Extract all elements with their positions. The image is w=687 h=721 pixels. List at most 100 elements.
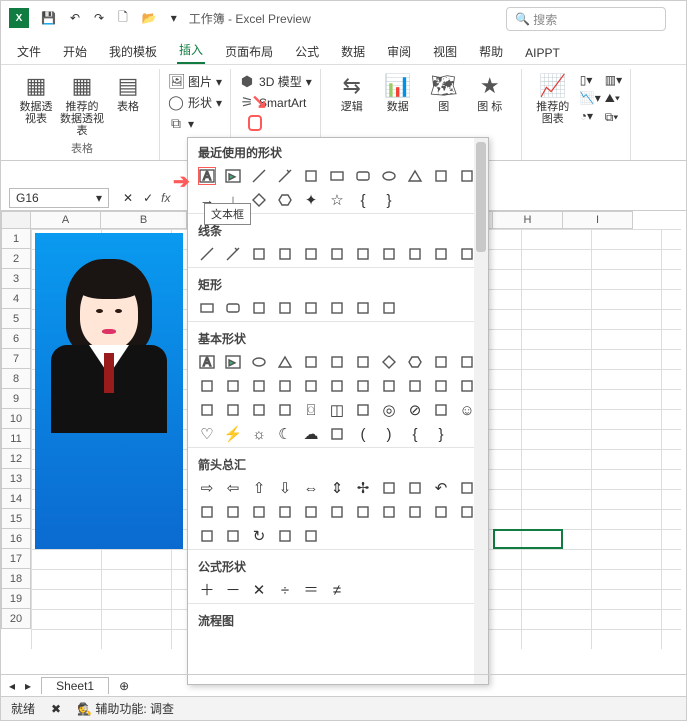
shape-diagonal[interactable] bbox=[224, 401, 242, 419]
fx-icon[interactable]: fx bbox=[161, 191, 170, 205]
shape-trapezoid[interactable] bbox=[354, 353, 372, 371]
cancel-icon[interactable]: ✕ bbox=[123, 191, 133, 205]
shape-bent[interactable] bbox=[406, 479, 424, 497]
shape-curved-down[interactable] bbox=[302, 503, 320, 521]
row-header[interactable]: 15 bbox=[1, 509, 31, 529]
row-header[interactable]: 17 bbox=[1, 549, 31, 569]
shape-curved-left[interactable] bbox=[250, 503, 268, 521]
recommended-pivot-button[interactable]: ▦推荐的 数据透视表 bbox=[59, 71, 105, 137]
shape-sun[interactable]: ☼ bbox=[250, 425, 268, 443]
shape-line-double[interactable] bbox=[302, 167, 320, 185]
shape-line[interactable] bbox=[198, 245, 216, 263]
shape-plaque[interactable] bbox=[276, 401, 294, 419]
shape-oval[interactable] bbox=[250, 353, 268, 371]
shape-uturn2[interactable] bbox=[302, 527, 320, 545]
row-header[interactable]: 20 bbox=[1, 609, 31, 629]
shape-bracket-l[interactable]: ( bbox=[354, 425, 372, 443]
select-all-corner[interactable] bbox=[1, 211, 31, 229]
shape-bracket-r[interactable]: ) bbox=[380, 425, 398, 443]
shape-corner[interactable] bbox=[198, 401, 216, 419]
shape-divide[interactable]: ÷ bbox=[276, 581, 294, 599]
row-header[interactable]: 12 bbox=[1, 449, 31, 469]
save-icon[interactable]: 💾 bbox=[41, 11, 56, 25]
shape-star4[interactable]: ✦ bbox=[302, 191, 320, 209]
status-accessibility[interactable]: 辅助功能: 调查 bbox=[95, 702, 174, 716]
chart-bar-icon[interactable]: ▯▾ bbox=[580, 73, 601, 87]
search-input[interactable]: 🔍 搜索 bbox=[506, 7, 666, 31]
shape-callout-right[interactable] bbox=[432, 503, 450, 521]
chart-combo-icon[interactable]: ⧉▾ bbox=[605, 110, 622, 125]
tab-home[interactable]: 开始 bbox=[61, 39, 89, 64]
shape-star5[interactable]: ☆ bbox=[328, 191, 346, 209]
shape-elbow[interactable] bbox=[276, 245, 294, 263]
shape-not-equal[interactable]: ≠ bbox=[328, 581, 346, 599]
shape-line[interactable] bbox=[250, 167, 268, 185]
shape-round-rect[interactable] bbox=[354, 167, 372, 185]
shape-oval[interactable] bbox=[380, 167, 398, 185]
shape-parallelogram[interactable] bbox=[328, 353, 346, 371]
row-header[interactable]: 19 bbox=[1, 589, 31, 609]
shape-quad[interactable]: ✢ bbox=[354, 479, 372, 497]
shapes-button[interactable]: ◯形状 ▾ bbox=[168, 94, 222, 111]
row-header[interactable]: 8 bbox=[1, 369, 31, 389]
shape-textbox-vert[interactable]: ▸ bbox=[224, 167, 242, 185]
shape-plus[interactable]: ＋ bbox=[198, 581, 216, 599]
shape-times[interactable]: ✕ bbox=[250, 581, 268, 599]
shape-moon[interactable]: ☾ bbox=[276, 425, 294, 443]
shape-brace-r[interactable]: } bbox=[380, 191, 398, 209]
shape-bent-up[interactable] bbox=[198, 503, 216, 521]
new-file-icon[interactable]: 🗋 bbox=[118, 8, 128, 29]
shape-equal[interactable]: ＝ bbox=[302, 581, 320, 599]
shape-line-double[interactable] bbox=[250, 245, 268, 263]
shape-hexagon[interactable] bbox=[276, 191, 294, 209]
redo-icon[interactable]: ↷ bbox=[94, 11, 104, 25]
shape-textbox[interactable]: A bbox=[198, 167, 216, 185]
shape-round-single[interactable] bbox=[328, 299, 346, 317]
shape-pentagon[interactable] bbox=[432, 353, 450, 371]
shape-diamond[interactable] bbox=[250, 191, 268, 209]
sheet-nav-prev-icon[interactable]: ◂ bbox=[9, 679, 15, 693]
chart-col-icon[interactable]: ▥▾ bbox=[605, 73, 622, 87]
shape-down[interactable]: ⇩ bbox=[276, 479, 294, 497]
shape-elbow-double[interactable] bbox=[328, 245, 346, 263]
shape-c1[interactable] bbox=[224, 377, 242, 395]
row-header[interactable]: 2 bbox=[1, 249, 31, 269]
shape-plus-a[interactable] bbox=[276, 527, 294, 545]
col-header[interactable]: H bbox=[493, 211, 563, 229]
shape-diamond[interactable] bbox=[380, 353, 398, 371]
shape-snip-diag[interactable] bbox=[302, 299, 320, 317]
shape-bevel[interactable] bbox=[354, 401, 372, 419]
tab-view[interactable]: 视图 bbox=[431, 39, 459, 64]
tab-layout[interactable]: 页面布局 bbox=[223, 39, 275, 64]
chart-pie-icon[interactable]: ◔▾ bbox=[580, 109, 601, 123]
shape-cube[interactable]: ◫ bbox=[328, 401, 346, 419]
shape-up-down[interactable]: ⇕ bbox=[328, 479, 346, 497]
tab-review[interactable]: 审阅 bbox=[385, 39, 413, 64]
shape-brace-l[interactable]: { bbox=[406, 425, 424, 443]
row-header[interactable]: 3 bbox=[1, 269, 31, 289]
shape-round-diag[interactable] bbox=[380, 299, 398, 317]
row-header[interactable]: 13 bbox=[1, 469, 31, 489]
shape-pie[interactable] bbox=[328, 377, 346, 395]
pivot-table-button[interactable]: ▦数据透 视表 bbox=[13, 71, 59, 137]
shape-l-shape[interactable] bbox=[432, 167, 450, 185]
shape-free-curve[interactable] bbox=[432, 245, 450, 263]
shape-curve-double[interactable] bbox=[406, 245, 424, 263]
logic-button[interactable]: ⇆逻辑 bbox=[329, 71, 375, 113]
shape-hexagon[interactable] bbox=[406, 353, 424, 371]
shape-uturn[interactable]: ↶ bbox=[432, 479, 450, 497]
shape-no[interactable]: ⊘ bbox=[406, 401, 424, 419]
shape-curved-up[interactable] bbox=[276, 503, 294, 521]
shape-c4[interactable] bbox=[302, 377, 320, 395]
recommended-chart-button[interactable]: 📈推荐的 图表 bbox=[530, 71, 576, 127]
shape-triangle[interactable] bbox=[406, 167, 424, 185]
shape-lightning[interactable]: ⚡ bbox=[224, 425, 242, 443]
shape-round-same[interactable] bbox=[354, 299, 372, 317]
shape-rect[interactable] bbox=[328, 167, 346, 185]
shape-line-arrow[interactable] bbox=[276, 167, 294, 185]
shape-chevron[interactable] bbox=[406, 503, 424, 521]
shape-curve-arrow[interactable] bbox=[380, 245, 398, 263]
row-header[interactable]: 5 bbox=[1, 309, 31, 329]
tab-help[interactable]: 帮助 bbox=[477, 39, 505, 64]
shape-teardrop[interactable] bbox=[380, 377, 398, 395]
